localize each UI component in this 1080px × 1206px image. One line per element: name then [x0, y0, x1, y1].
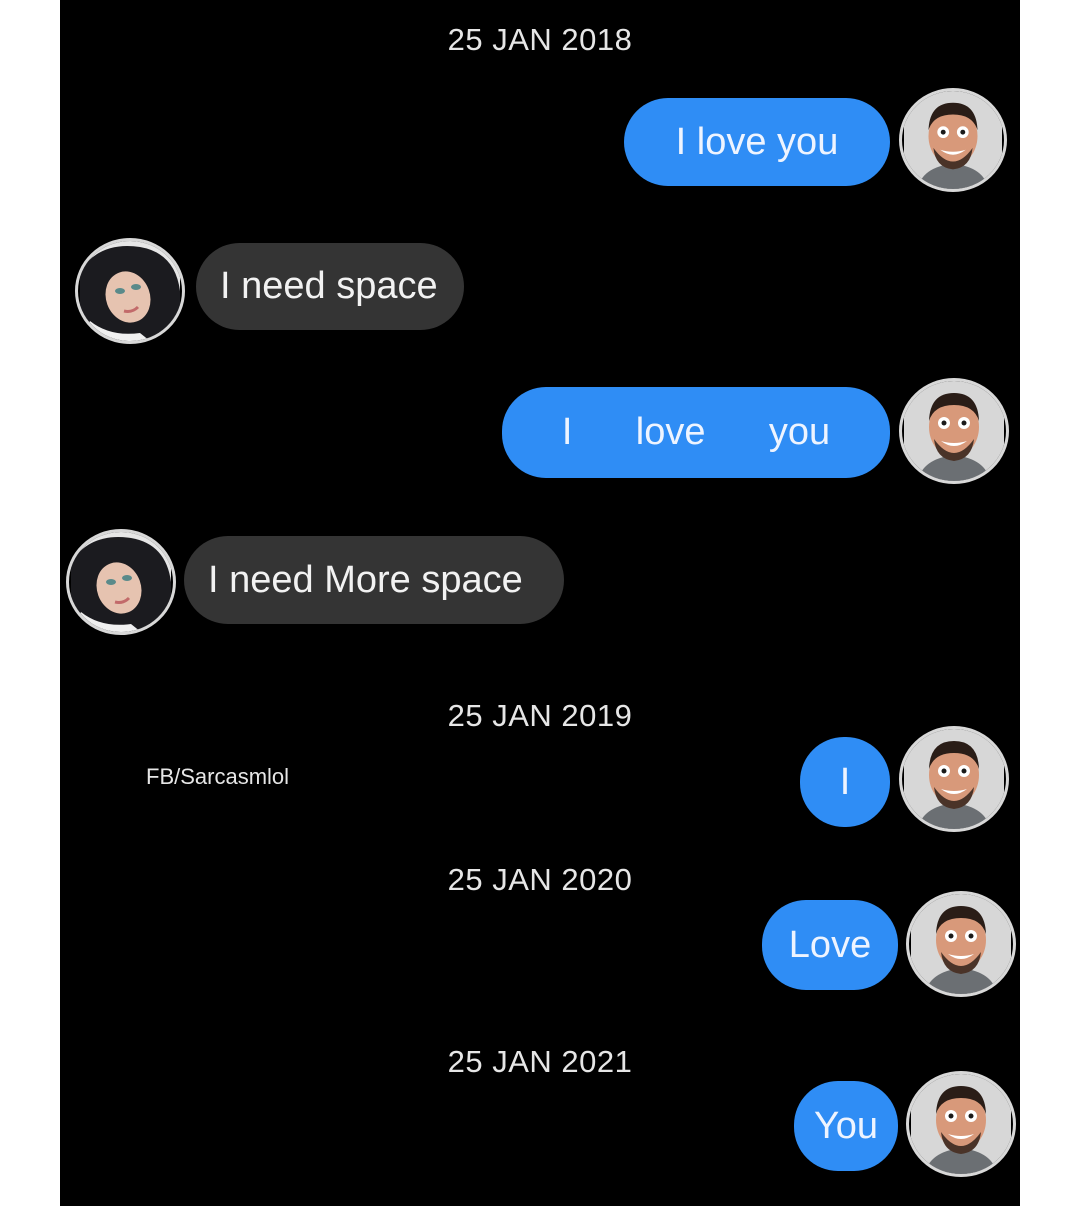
man-avatar-icon[interactable]: [906, 1071, 1016, 1177]
date-separator-2019: 25 JAN 2019: [447, 698, 633, 733]
sent-message-bubble[interactable]: I: [800, 737, 890, 827]
woman-avatar-icon[interactable]: [75, 238, 185, 344]
date-separator-2020: 25 JAN 2020: [447, 862, 633, 897]
sent-message-bubble[interactable]: You: [794, 1081, 898, 1171]
received-message-bubble[interactable]: I need More space: [184, 536, 564, 624]
date-separator-2021: 25 JAN 2021: [447, 1044, 633, 1079]
received-message-bubble[interactable]: I need space: [196, 243, 464, 330]
man-face-icon: [904, 729, 1004, 829]
woman-avatar-icon[interactable]: [66, 529, 176, 635]
woman-face-icon: [71, 532, 171, 632]
man-avatar-icon[interactable]: [899, 726, 1009, 832]
sent-message-bubble[interactable]: Love: [762, 900, 898, 990]
watermark-text: FB/Sarcasmlol: [146, 764, 290, 789]
man-avatar-icon[interactable]: [906, 891, 1016, 997]
woman-face-icon: [80, 241, 180, 341]
man-face-icon: [904, 381, 1004, 481]
sent-message-bubble[interactable]: I love you: [502, 387, 890, 478]
date-separator-2018: 25 JAN 2018: [447, 22, 633, 57]
man-avatar-icon[interactable]: [899, 378, 1009, 484]
man-face-icon: [911, 1074, 1011, 1174]
man-face-icon: [904, 91, 1002, 189]
sent-message-bubble[interactable]: I love you: [624, 98, 890, 186]
man-face-icon: [911, 894, 1011, 994]
man-avatar-icon[interactable]: [899, 88, 1007, 192]
